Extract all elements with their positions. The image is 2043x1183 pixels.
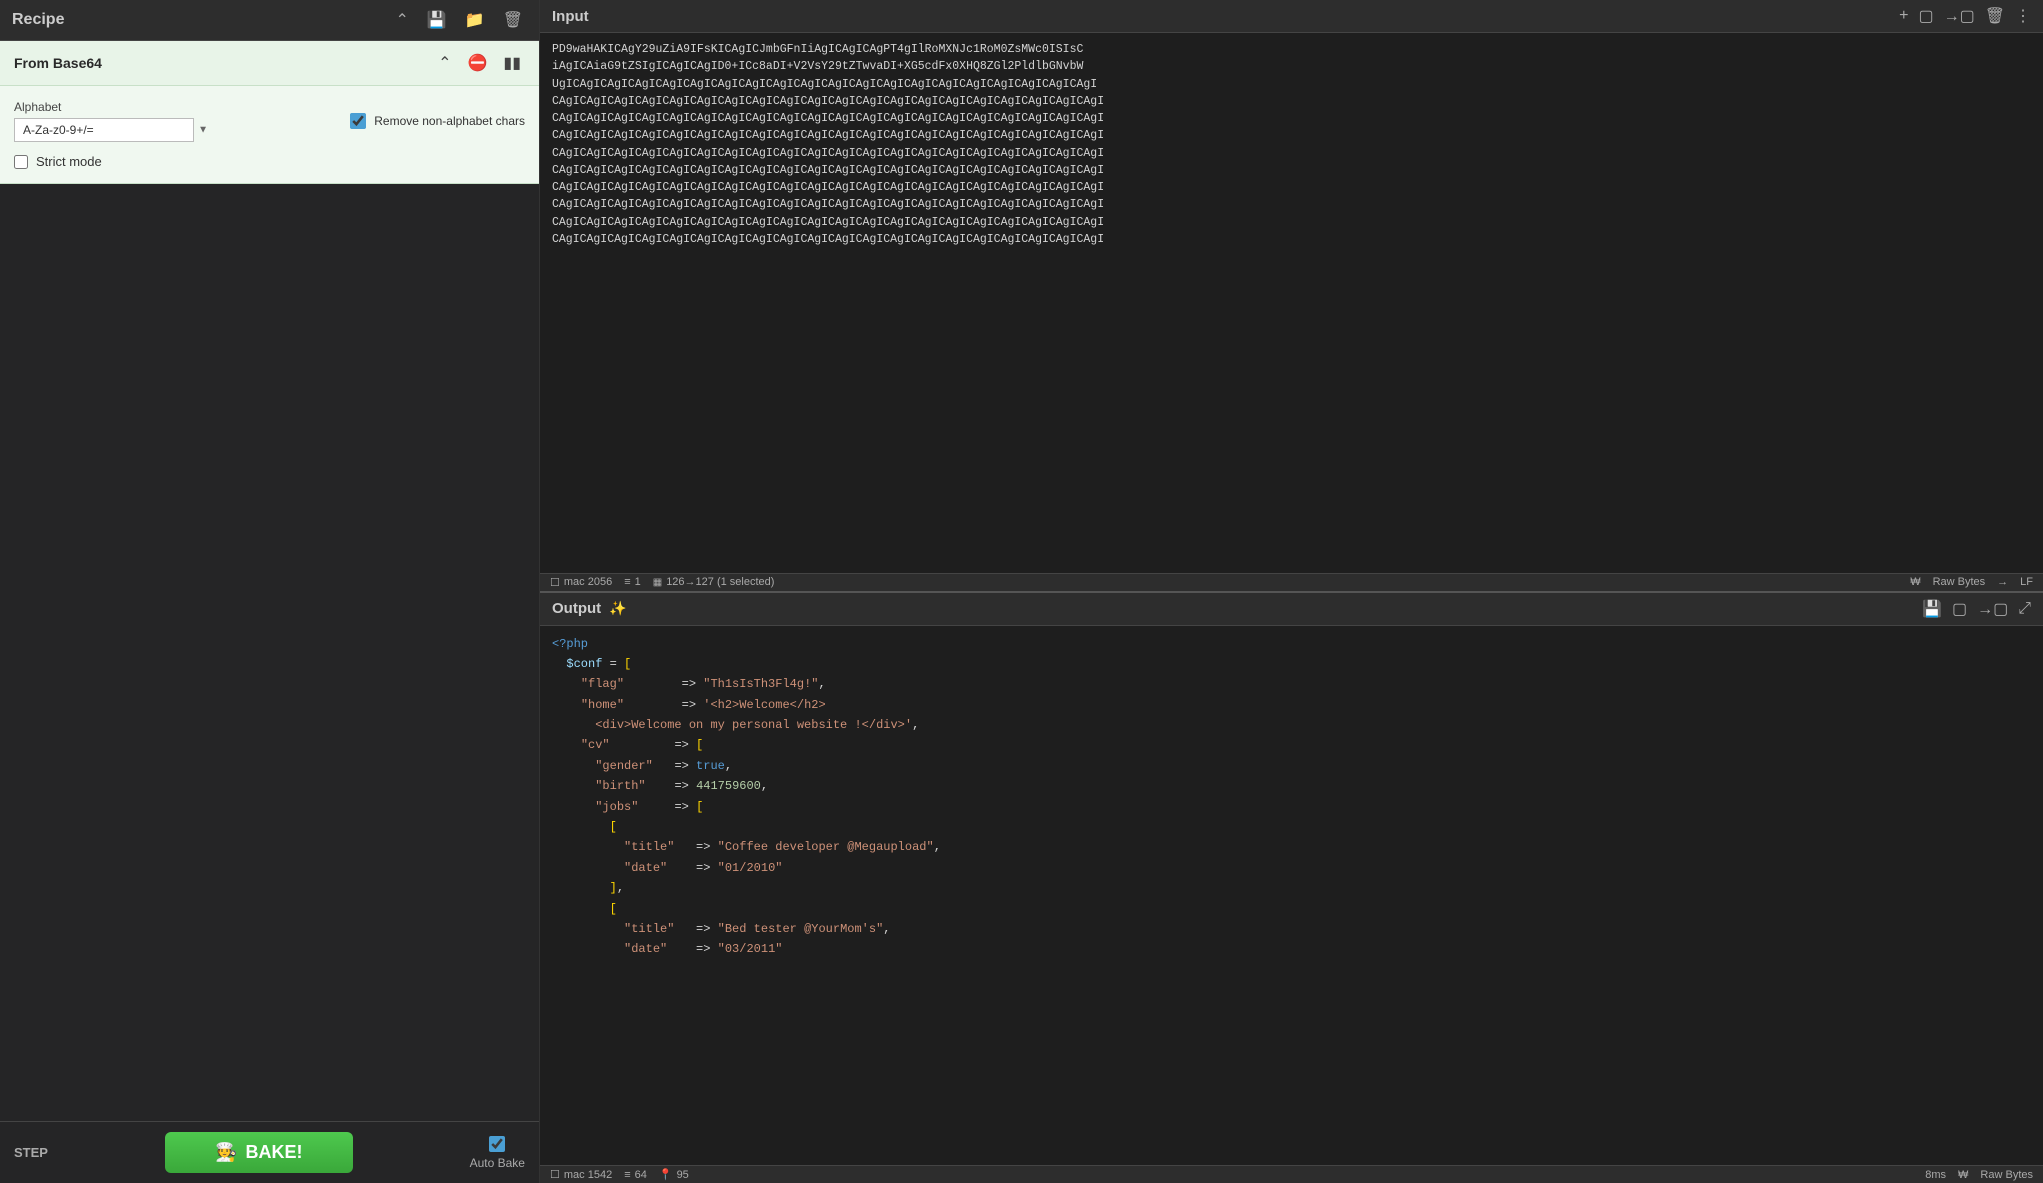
collapse-section-icon[interactable]: ⌃ (434, 51, 455, 75)
alphabet-container: Alphabet A-Za-z0-9+/= (14, 100, 330, 142)
mac-status: ☐ mac 2056 (550, 576, 612, 589)
right-panel: Input + ▢ →▢ 🗑 ⋮ PD9waHAKICAgY29uZiA9IFs… (540, 0, 2043, 1183)
bake-label: BAKE! (246, 1142, 303, 1163)
output-pos-value: 95 (677, 1169, 689, 1181)
input-code-area[interactable]: PD9waHAKICAgY29uZiA9IFsKICAgICJmbGFnIiAg… (540, 33, 2043, 573)
auto-bake-label: Auto Bake (470, 1156, 525, 1170)
trash-icon[interactable]: 🗑 (499, 8, 527, 32)
remove-checkbox[interactable] (350, 113, 366, 129)
copy-output-icon[interactable]: ▢ (1952, 599, 1967, 619)
time-value: 8ms (1925, 1169, 1946, 1181)
output-panel-header: Output ✨ 💾 ▢ →▢ ⤢ (540, 593, 2043, 626)
bake-button[interactable]: 🧑‍🍳 BAKE! (165, 1132, 352, 1173)
folder-icon[interactable]: 📁 (461, 8, 489, 32)
step-label: STEP (14, 1145, 48, 1160)
bottom-bar: STEP 🧑‍🍳 BAKE! Auto Bake (0, 1121, 539, 1183)
file-input-icon[interactable]: →▢ (1944, 6, 1975, 26)
strict-mode-checkbox[interactable] (14, 155, 28, 169)
lf-label: LF (2020, 576, 2033, 588)
output-col-status: ≡ 64 (624, 1169, 647, 1181)
input-panel-icons: + ▢ →▢ 🗑 ⋮ (1899, 6, 2031, 26)
lines-icon: ≡ (624, 576, 630, 588)
mac-label: ☐ (550, 576, 560, 589)
strict-mode-row: Strict mode (14, 154, 525, 169)
raw-bytes-btn[interactable]: Raw Bytes (1933, 576, 1986, 588)
input-area: Input + ▢ →▢ 🗑 ⋮ PD9waHAKICAgY29uZiA9IFs… (540, 0, 2043, 593)
file-output-icon[interactable]: →▢ (1977, 599, 2008, 619)
output-panel-icons: 💾 ▢ →▢ ⤢ (1922, 599, 2031, 619)
alphabet-label: Alphabet (14, 100, 330, 114)
strict-mode-label: Strict mode (36, 154, 102, 169)
alphabet-select[interactable]: A-Za-z0-9+/= (14, 118, 194, 142)
output-mac-value: mac 1542 (564, 1169, 612, 1181)
output-status-bar: ☐ mac 1542 ≡ 64 📍 95 8ms ₩ Raw Bytes (540, 1165, 2043, 1183)
selection-status: ▦ 126→127 (1 selected) (653, 576, 775, 588)
lines-value: 1 (635, 576, 641, 588)
output-col-icon: ≡ (624, 1169, 630, 1181)
wand-icon: ✨ (609, 600, 626, 617)
selection-value: 126→127 (1 selected) (666, 576, 774, 588)
auto-bake-container: Auto Bake (470, 1136, 525, 1170)
output-status-right: 8ms ₩ Raw Bytes (1925, 1169, 2033, 1181)
output-col-value: 64 (635, 1169, 647, 1181)
alphabet-row: Alphabet A-Za-z0-9+/= Remove non-alphabe… (14, 100, 525, 142)
cursor-icon2: ₩ (1958, 1169, 1968, 1181)
section-title: From Base64 (14, 55, 102, 71)
arrow-icon: → (1997, 576, 2008, 588)
section-icons: ⌃ ⛔ ▮▮ (434, 51, 525, 75)
output-mac-status: ☐ mac 1542 (550, 1168, 612, 1181)
add-input-icon[interactable]: + (1899, 7, 1908, 25)
save-icon[interactable]: 💾 (423, 8, 451, 32)
collapse-icon[interactable]: ⌃ (391, 8, 412, 32)
input-status-right: ₩ Raw Bytes → LF (1910, 576, 2033, 588)
recipe-header: Recipe ⌃ 💾 📁 🗑 (0, 0, 539, 41)
input-status-bar: ☐ mac 2056 ≡ 1 ▦ 126→127 (1 selected) ₩ … (540, 573, 2043, 591)
copy-input-icon[interactable]: ▢ (1918, 6, 1933, 26)
auto-bake-checkbox[interactable] (489, 1136, 505, 1152)
grid-input-icon[interactable]: ⋮ (2015, 6, 2031, 26)
cursor-icon: ₩ (1910, 576, 1920, 588)
left-panel: Recipe ⌃ 💾 📁 🗑 From Base64 ⌃ ⛔ ▮▮ Alphab… (0, 0, 540, 1183)
output-code-area[interactable]: <?php $conf = [ "flag" => "Th1sIsTh3Fl4g… (540, 626, 2043, 1166)
output-raw-bytes-btn[interactable]: Raw Bytes (1980, 1169, 2033, 1181)
trash-input-icon[interactable]: 🗑 (1985, 6, 2005, 26)
recipe-title: Recipe (12, 11, 64, 29)
pause-section-icon[interactable]: ▮▮ (499, 51, 525, 75)
output-mac-icon: ☐ (550, 1168, 560, 1181)
disable-section-icon[interactable]: ⛔ (463, 51, 491, 75)
location-icon: 📍 (659, 1168, 673, 1181)
input-title: Input (552, 8, 589, 25)
recipe-header-icons: ⌃ 💾 📁 🗑 (391, 8, 527, 32)
input-panel-header: Input + ▢ →▢ 🗑 ⋮ (540, 0, 2043, 33)
expand-output-icon[interactable]: ⤢ (2018, 600, 2031, 618)
save-output-icon[interactable]: 💾 (1922, 599, 1942, 619)
output-title: Output (552, 600, 601, 617)
output-pos-status: 📍 95 (659, 1168, 689, 1181)
mac-value: mac 2056 (564, 576, 612, 588)
section-header: From Base64 ⌃ ⛔ ▮▮ (0, 41, 539, 86)
selection-icon: ▦ (653, 577, 662, 588)
lines-status: ≡ 1 (624, 576, 641, 588)
alphabet-select-wrapper: A-Za-z0-9+/= (14, 118, 214, 142)
remove-label: Remove non-alphabet chars (374, 114, 525, 128)
remove-checkbox-row: Remove non-alphabet chars (350, 113, 525, 129)
bake-emoji: 🧑‍🍳 (215, 1142, 237, 1163)
output-area: Output ✨ 💾 ▢ →▢ ⤢ <?php $conf = [ "flag"… (540, 593, 2043, 1183)
left-spacer (0, 184, 539, 1121)
section-controls: Alphabet A-Za-z0-9+/= Remove non-alphabe… (0, 86, 539, 184)
